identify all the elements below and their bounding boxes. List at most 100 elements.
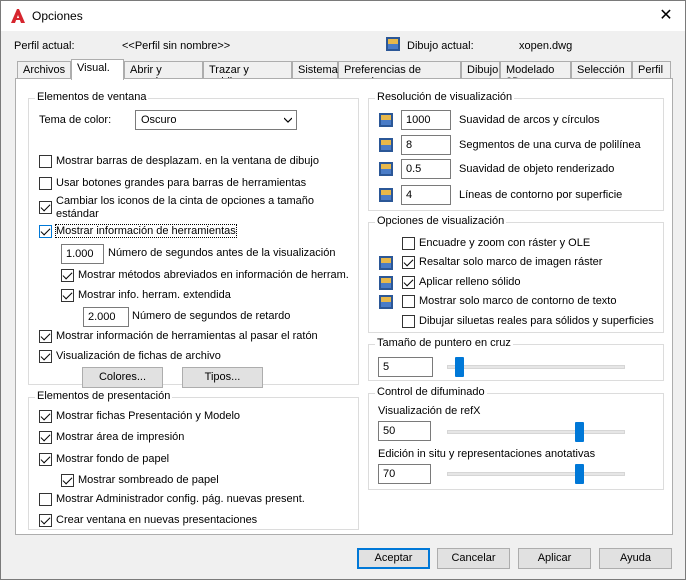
solid-fill-label: Aplicar relleno sólido — [419, 276, 521, 288]
polyline-segments-input[interactable]: 8 — [401, 135, 451, 155]
paper-background-label: Mostrar fondo de papel — [56, 453, 170, 465]
page-setup-label: Mostrar Administrador config. pág. nueva… — [56, 493, 305, 505]
inplace-fade-input[interactable]: 70 — [378, 464, 431, 484]
extended-delay-input[interactable]: 2.000 — [83, 307, 129, 327]
extended-tooltips-label: Mostrar info. herram. extendida — [78, 289, 231, 301]
xref-fade-label: Visualización de refX — [378, 405, 481, 417]
file-tabs-label: Visualización de fichas de archivo — [56, 350, 221, 362]
large-buttons-label: Usar botones grandes para barras de herr… — [56, 177, 307, 189]
paper-background-checkbox[interactable] — [39, 453, 52, 466]
tab-trazar-publicar[interactable]: Trazar y publicar — [203, 61, 292, 88]
create-viewport-checkbox[interactable] — [39, 514, 52, 527]
chevron-down-icon — [284, 117, 292, 123]
rollover-tooltips-label: Mostrar información de herramientas al p… — [56, 330, 318, 342]
paper-shadow-label: Mostrar sombreado de papel — [78, 474, 219, 486]
shortcut-keys-checkbox[interactable] — [61, 269, 74, 282]
crosshair-size-group: Tamaño de puntero en cruz 5 — [368, 337, 664, 381]
colors-button[interactable]: Colores... — [82, 367, 163, 388]
autocad-logo-icon — [11, 9, 25, 23]
cancel-button[interactable]: Cancelar — [437, 548, 510, 569]
saved-in-drawing-icon — [379, 138, 393, 152]
create-viewport-label: Crear ventana en nuevas presentaciones — [56, 514, 258, 526]
options-dialog: Opciones ✕ Perfil actual: <<Perfil sin n… — [0, 0, 686, 580]
layout-elements-group: Elementos de presentación Mostrar fichas… — [28, 390, 359, 530]
display-resolution-group: Resolución de visualización 1000 Suavida… — [368, 91, 664, 211]
extended-tooltips-checkbox[interactable] — [61, 289, 74, 302]
help-button[interactable]: Ayuda — [599, 548, 672, 569]
text-frame-checkbox[interactable] — [402, 295, 415, 308]
contour-lines-label: Líneas de contorno por superficie — [459, 189, 623, 201]
inplace-fade-track[interactable] — [447, 472, 625, 476]
printable-area-checkbox[interactable] — [39, 431, 52, 444]
polyline-segments-label: Segmentos de una curva de polilínea — [459, 139, 641, 151]
tab-preferencias[interactable]: Preferencias de usuario — [338, 61, 461, 88]
apply-button[interactable]: Aplicar — [518, 548, 591, 569]
text-frame-label: Mostrar solo marco de contorno de texto — [419, 295, 617, 307]
printable-area-label: Mostrar área de impresión — [56, 431, 185, 443]
tab-sistema[interactable]: Sistema — [292, 61, 338, 79]
profile-value: <<Perfil sin nombre>> — [122, 40, 231, 52]
page-setup-checkbox[interactable] — [39, 493, 52, 506]
saved-in-drawing-icon — [379, 295, 393, 309]
render-smoothness-label: Suavidad de objeto renderizado — [459, 163, 615, 175]
inplace-fade-label: Edición in situ y representaciones anota… — [378, 448, 596, 460]
extended-delay-label: Número de segundos de retardo — [132, 310, 291, 322]
xref-fade-slider[interactable] — [575, 422, 585, 442]
display-performance-title: Opciones de visualización — [375, 215, 507, 227]
scrollbars-checkbox[interactable] — [39, 155, 52, 168]
window-elements-title: Elementos de ventana — [35, 91, 149, 103]
arc-smoothness-input[interactable]: 1000 — [401, 110, 451, 130]
large-buttons-checkbox[interactable] — [39, 177, 52, 190]
visual-tab-panel: Elementos de ventana Tema de color: Oscu… — [15, 78, 673, 535]
tooltips-checkbox[interactable] — [39, 225, 52, 238]
tab-seleccion[interactable]: Selección — [571, 61, 632, 79]
window-elements-group: Elementos de ventana Tema de color: Oscu… — [28, 91, 359, 388]
tab-archivos[interactable]: Archivos — [17, 61, 71, 79]
rollover-tooltips-checkbox[interactable] — [39, 330, 52, 343]
layout-tabs-checkbox[interactable] — [39, 410, 52, 423]
fonts-button[interactable]: Tipos... — [182, 367, 263, 388]
color-theme-label: Tema de color: — [39, 114, 112, 126]
paper-shadow-checkbox[interactable] — [61, 474, 74, 487]
tab-visual[interactable]: Visual. — [71, 59, 124, 80]
drawing-label: Dibujo actual: — [407, 40, 474, 52]
title-bar[interactable]: Opciones ✕ — [1, 1, 685, 31]
xref-fade-track[interactable] — [447, 430, 625, 434]
tooltip-delay-input[interactable]: 1.000 — [61, 244, 104, 264]
crosshair-size-track[interactable] — [447, 365, 625, 369]
close-icon[interactable]: ✕ — [655, 5, 677, 27]
drawing-icon — [386, 37, 400, 51]
silhouettes-label: Dibujar siluetas reales para sólidos y s… — [419, 315, 654, 327]
pan-zoom-checkbox[interactable] — [402, 237, 415, 250]
tooltip-delay-label: Número de segundos antes de la visualiza… — [108, 247, 336, 259]
tab-perfil[interactable]: Perfil — [632, 61, 671, 79]
tab-modelado-3d[interactable]: Modelado 3D — [500, 61, 571, 88]
tab-dibujo[interactable]: Dibujo — [461, 61, 500, 79]
contour-lines-input[interactable]: 4 — [401, 185, 451, 205]
arc-smoothness-label: Suavidad de arcos y círculos — [459, 114, 600, 126]
saved-in-drawing-icon — [379, 113, 393, 127]
crosshair-size-input[interactable]: 5 — [378, 357, 433, 377]
ribbon-icons-label-line2: estándar — [56, 208, 99, 220]
xref-fade-input[interactable]: 50 — [378, 421, 431, 441]
render-smoothness-input[interactable]: 0.5 — [401, 159, 451, 179]
file-tabs-checkbox[interactable] — [39, 350, 52, 363]
tooltips-label: Mostrar información de herramientas — [55, 224, 237, 238]
ribbon-icons-label-line1: Cambiar los iconos de la cinta de opcion… — [56, 195, 315, 207]
ribbon-icons-checkbox[interactable] — [39, 201, 52, 214]
tab-abrir-guardar[interactable]: Abrir y guardar — [124, 61, 203, 88]
color-theme-select[interactable]: Oscuro — [135, 110, 297, 130]
raster-frame-checkbox[interactable] — [402, 256, 415, 269]
scrollbars-label: Mostrar barras de desplazam. en la venta… — [56, 155, 319, 167]
color-theme-value: Oscuro — [141, 114, 177, 126]
fade-control-group: Control de difuminado Visualización de r… — [368, 386, 664, 490]
crosshair-size-title: Tamaño de puntero en cruz — [375, 337, 513, 349]
saved-in-drawing-icon — [379, 276, 393, 290]
display-resolution-title: Resolución de visualización — [375, 91, 515, 103]
layout-tabs-label: Mostrar fichas Presentación y Modelo — [56, 410, 241, 422]
silhouettes-checkbox[interactable] — [402, 315, 415, 328]
solid-fill-checkbox[interactable] — [402, 276, 415, 289]
inplace-fade-slider[interactable] — [575, 464, 585, 484]
crosshair-size-slider[interactable] — [455, 357, 465, 377]
accept-button[interactable]: Aceptar — [357, 548, 430, 569]
